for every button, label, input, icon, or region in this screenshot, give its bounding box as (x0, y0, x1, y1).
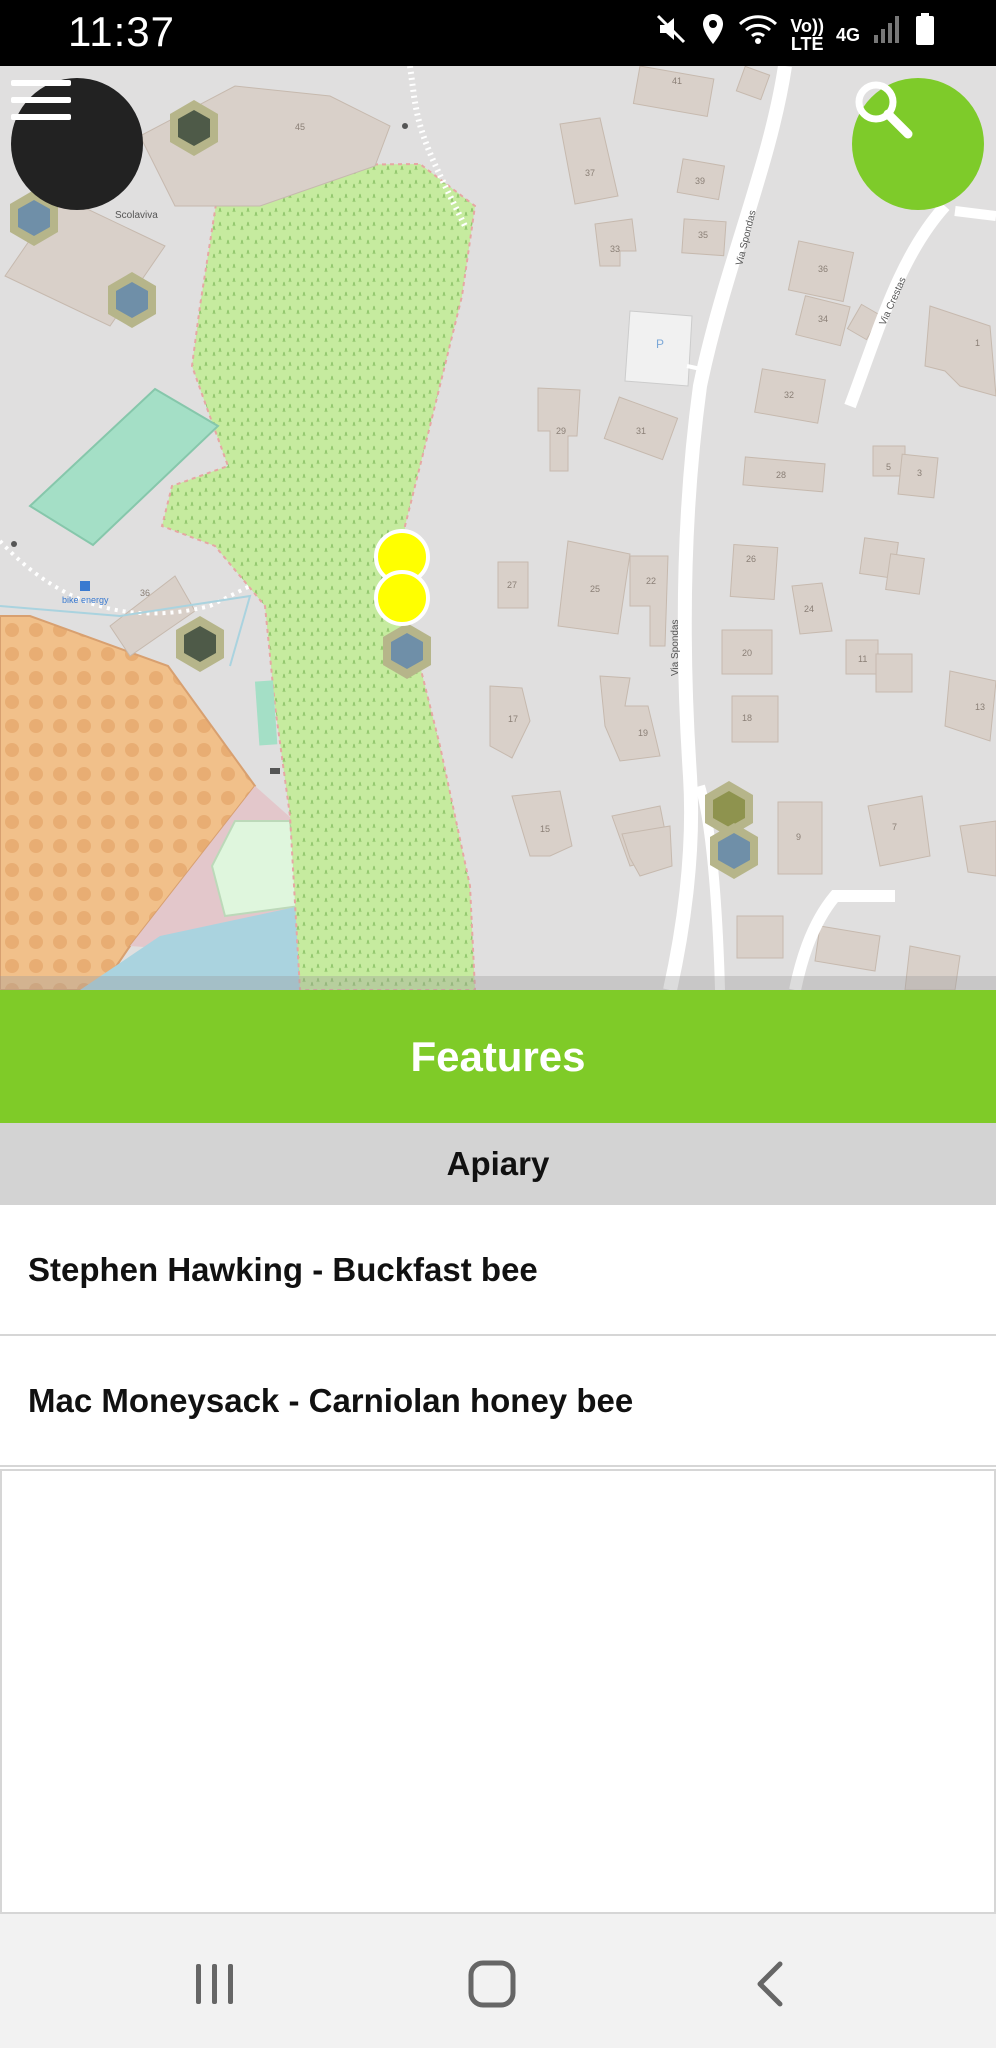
svg-text:36: 36 (140, 588, 150, 598)
svg-text:36: 36 (818, 264, 828, 274)
svg-text:32: 32 (784, 390, 794, 400)
svg-text:15: 15 (540, 824, 550, 834)
back-button[interactable] (742, 1954, 802, 2014)
svg-text:26: 26 (746, 554, 756, 564)
svg-text:20: 20 (742, 648, 752, 658)
map-canvas[interactable]: P Scolaviva Via Spondas Via Spondas Via … (0, 66, 996, 990)
home-icon (468, 1960, 516, 2008)
location-icon (700, 12, 726, 57)
svg-text:5: 5 (886, 462, 891, 472)
svg-text:35: 35 (698, 230, 708, 240)
svg-text:1: 1 (975, 338, 980, 348)
svg-text:28: 28 (776, 470, 786, 480)
status-icons: Vo)) LTE 4G (654, 12, 936, 57)
list-empty-area (0, 1469, 996, 1914)
map-view[interactable]: P Scolaviva Via Spondas Via Spondas Via … (0, 66, 996, 990)
signal-icon (872, 13, 902, 56)
section-header-apiary: Apiary (0, 1123, 996, 1205)
search-icon (855, 81, 913, 139)
svg-text:22: 22 (646, 576, 656, 586)
svg-text:11: 11 (858, 654, 867, 664)
home-button[interactable] (462, 1954, 522, 2014)
back-icon (757, 1961, 783, 2007)
map-label-scolaviva: Scolaviva (115, 210, 158, 221)
svg-text:33: 33 (610, 244, 620, 254)
features-list: Stephen Hawking - Buckfast bee Mac Money… (0, 1205, 996, 1467)
hamburger-icon (11, 80, 71, 120)
list-item-label: Mac Moneysack - Carniolan honey bee (28, 1381, 634, 1419)
features-title: Features (0, 990, 996, 1123)
svg-text:18: 18 (742, 713, 752, 723)
svg-text:37: 37 (585, 168, 595, 178)
svg-text:25: 25 (590, 584, 600, 594)
svg-text:45: 45 (295, 122, 305, 132)
svg-text:7: 7 (892, 822, 897, 832)
svg-text:17: 17 (508, 714, 518, 724)
mute-icon (654, 12, 688, 57)
list-item[interactable]: Mac Moneysack - Carniolan honey bee (0, 1336, 996, 1467)
battery-icon (914, 12, 936, 57)
svg-text:41: 41 (672, 76, 682, 86)
map-label-via-spondas-mid: Via Spondas (670, 619, 681, 676)
svg-text:3: 3 (917, 468, 922, 478)
volte-icon: Vo)) LTE (790, 15, 824, 54)
selected-apiary-marker[interactable] (374, 570, 430, 626)
recents-icon (196, 1964, 233, 2004)
4g-icon: 4G (835, 24, 860, 45)
map-label-bike-energy: bike energy (62, 595, 109, 605)
svg-text:19: 19 (638, 728, 648, 738)
system-nav-bar (0, 1914, 996, 2048)
svg-text:27: 27 (507, 580, 517, 590)
list-item-label: Stephen Hawking - Buckfast bee (28, 1250, 538, 1288)
recents-button[interactable] (184, 1954, 244, 2014)
svg-text:13: 13 (975, 702, 985, 712)
hive-marker-dark[interactable] (176, 616, 224, 672)
status-time: 11:37 (68, 8, 175, 55)
list-item[interactable]: Stephen Hawking - Buckfast bee (0, 1205, 996, 1336)
wifi-icon (738, 12, 778, 57)
svg-text:24: 24 (804, 604, 814, 614)
svg-text:29: 29 (556, 426, 566, 436)
status-bar: 11:37 Vo)) LTE 4G (0, 0, 996, 66)
svg-text:39: 39 (695, 176, 705, 186)
svg-text:31: 31 (636, 426, 646, 436)
svg-text:9: 9 (796, 832, 801, 842)
svg-text:34: 34 (818, 314, 828, 324)
menu-button[interactable] (11, 78, 143, 210)
search-button[interactable] (852, 78, 984, 210)
parking-label: P (656, 337, 664, 351)
